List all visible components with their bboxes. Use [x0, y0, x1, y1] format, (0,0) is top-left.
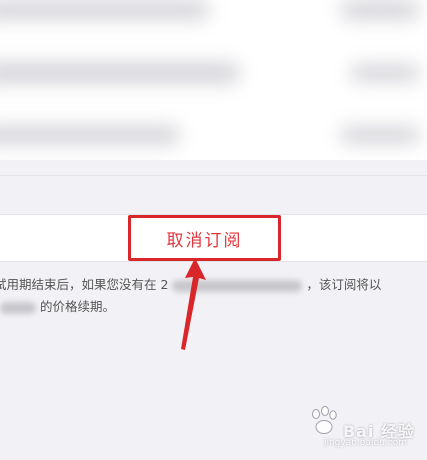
watermark-site: jingyan.baidu.com — [323, 438, 407, 448]
cancel-subscription-row[interactable]: 取消订阅 — [0, 214, 427, 262]
divider — [0, 175, 427, 176]
info-line1-suffix: ，该订阅将以 — [306, 277, 382, 292]
section-gap — [0, 160, 427, 214]
blurred-value-2 — [350, 64, 420, 82]
blurred-settings-card — [0, 0, 427, 160]
blurred-value-1 — [340, 0, 420, 20]
blurred-row-3 — [0, 125, 180, 145]
cancel-subscription-button[interactable]: 取消订阅 — [128, 215, 281, 261]
baidu-paw-icon — [312, 406, 337, 434]
blurred-row-1 — [0, 0, 210, 20]
blurred-value-3 — [340, 126, 420, 144]
blurred-price — [0, 301, 36, 314]
info-line1-prefix: 试用期结束后，如果您没有在 — [0, 277, 157, 292]
baidu-watermark: Bai 经验 jingyan.baidu.com — [305, 404, 423, 450]
info-line1-partial: 2 — [160, 277, 169, 292]
blurred-row-2 — [0, 62, 240, 84]
arrow-up-icon — [181, 258, 206, 350]
info-line2-suffix: 的价格续期。 — [39, 299, 115, 314]
